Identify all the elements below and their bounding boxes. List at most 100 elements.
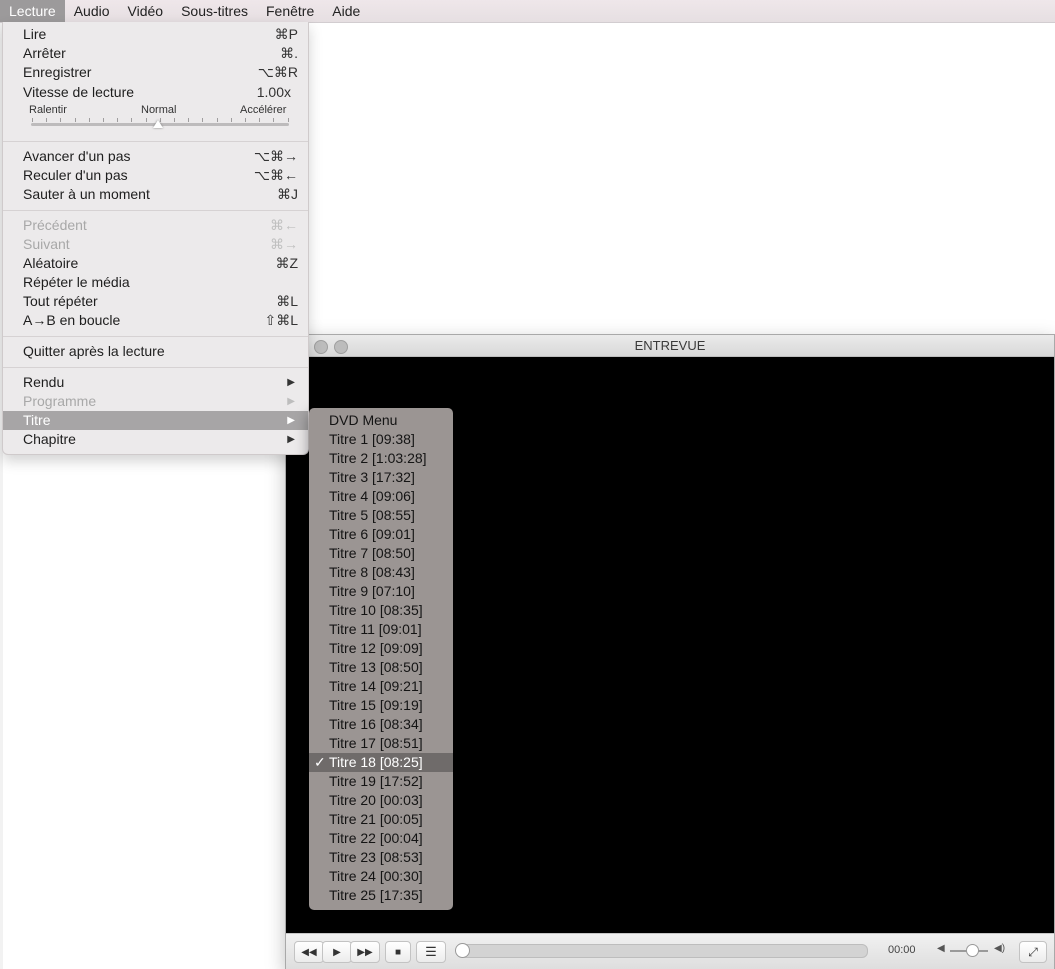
menu-item-lire[interactable]: Lire ⌘P xyxy=(3,25,308,44)
slider-tick xyxy=(60,118,62,122)
stop-icon: ■ xyxy=(394,946,402,958)
checkmark-icon: ✓ xyxy=(314,754,326,770)
submenu-item-titre[interactable]: Titre 14 [09:21] xyxy=(309,677,453,696)
volume-low-icon: ◀ xyxy=(937,943,945,954)
menu-item-precedent: Précédent ⌘← xyxy=(23,217,298,233)
volume-knob[interactable] xyxy=(966,944,979,957)
playlist-icon: ☰ xyxy=(425,944,437,959)
submenu-item-titre[interactable]: Titre 4 [09:06] xyxy=(309,487,453,506)
menu-item-enregistrer[interactable]: Enregistrer ⌥⌘R xyxy=(3,63,308,82)
submenu-arrow-icon: ▶ xyxy=(287,415,295,426)
submenu-item-titre[interactable]: Titre 17 [08:51] xyxy=(309,734,453,753)
submenu-item-titre[interactable]: Titre 16 [08:34] xyxy=(309,715,453,734)
submenu-item-titre[interactable]: Titre 19 [17:52] xyxy=(309,772,453,791)
submenu-item-dvd-menu[interactable]: DVD Menu xyxy=(309,411,453,430)
menu-lecture[interactable]: Lecture xyxy=(0,0,65,22)
titre-submenu: DVD Menu Titre 1 [09:38] Titre 2 [1:03:28]… xyxy=(309,408,453,910)
slider-tick xyxy=(46,118,48,122)
seek-knob[interactable] xyxy=(455,943,470,958)
slider-tick xyxy=(174,118,175,122)
slider-tick xyxy=(88,118,90,122)
slider-tick xyxy=(74,118,76,122)
menu-item-rendu[interactable]: Rendu ▶ xyxy=(3,373,308,392)
speed-slider-knob[interactable] xyxy=(153,120,163,128)
volume-high-icon: ◀) xyxy=(994,943,1006,954)
playlist-button[interactable]: ☰ xyxy=(416,941,446,963)
menu-item-reculer[interactable]: Reculer d'un pas ⌥⌘← xyxy=(3,166,308,185)
minimize-window-button[interactable] xyxy=(334,340,348,354)
menu-item-arreter[interactable]: Arrêter ⌘. xyxy=(3,44,308,63)
menu-item-tout-repeter[interactable]: Tout répéter ⌘L xyxy=(3,292,308,311)
speed-slow-label: Ralentir xyxy=(29,104,67,116)
submenu-item-titre[interactable]: Titre 7 [08:50] xyxy=(309,544,453,563)
speed-normal-label: Normal xyxy=(141,104,177,116)
submenu-item-titre[interactable]: Titre 3 [17:32] xyxy=(309,468,453,487)
menu-item-chapitre[interactable]: Chapitre ▶ xyxy=(3,430,308,449)
close-window-button[interactable] xyxy=(314,340,328,354)
submenu-item-titre[interactable]: Titre 23 [08:53] xyxy=(309,848,453,867)
submenu-item-titre[interactable]: Titre 9 [07:10] xyxy=(309,582,453,601)
submenu-item-titre[interactable]: Titre 5 [08:55] xyxy=(309,506,453,525)
fullscreen-button[interactable]: ⤢ xyxy=(1019,941,1047,963)
menu-aide[interactable]: Aide xyxy=(323,0,369,22)
forward-button[interactable]: ▶▶ xyxy=(350,941,380,963)
submenu-item-titre[interactable]: Titre 2 [1:03:28] xyxy=(309,449,453,468)
slider-tick xyxy=(287,118,289,122)
slider-tick xyxy=(245,118,246,122)
submenu-item-titre[interactable]: Titre 11 [09:01] xyxy=(309,620,453,639)
menu-item-repeter-media[interactable]: Répéter le média xyxy=(3,273,308,292)
menu-video[interactable]: Vidéo xyxy=(119,0,173,22)
menu-item-ab-boucle[interactable]: A→B en boucle ⇧⌘L xyxy=(3,311,308,330)
submenu-item-titre[interactable]: Titre 1 [09:38] xyxy=(309,430,453,449)
menu-item-vitesse: Vitesse de lecture 1.00x xyxy=(23,84,291,100)
window-title: ENTREVUE xyxy=(634,338,706,353)
submenu-item-titre[interactable]: Titre 6 [09:01] xyxy=(309,525,453,544)
rewind-button[interactable]: ◀◀ xyxy=(294,941,324,963)
submenu-item-titre[interactable]: Titre 8 [08:43] xyxy=(309,563,453,582)
submenu-item-titre[interactable]: Titre 10 [08:35] xyxy=(309,601,453,620)
submenu-item-titre[interactable]: Titre 20 [00:03] xyxy=(309,791,453,810)
submenu-item-titre[interactable]: ✓ Titre 18 [08:25] xyxy=(309,753,453,772)
menu-separator xyxy=(3,336,308,337)
fullscreen-icon: ⤢ xyxy=(1028,944,1038,959)
lecture-menu: Lire ⌘P Arrêter ⌘. Enregistrer ⌥⌘R Vitesse … xyxy=(2,22,309,455)
slider-tick xyxy=(216,118,218,122)
menu-item-avancer[interactable]: Avancer d'un pas ⌥⌘→ xyxy=(3,147,308,166)
slider-tick xyxy=(202,118,204,122)
menu-sous-titres[interactable]: Sous-titres xyxy=(172,0,257,22)
submenu-item-titre[interactable]: Titre 13 [08:50] xyxy=(309,658,453,677)
submenu-arrow-icon: ▶ xyxy=(287,396,295,407)
slider-tick xyxy=(273,118,275,122)
submenu-arrow-icon: ▶ xyxy=(287,434,295,445)
menu-item-programme: Programme ▶ xyxy=(23,393,295,409)
menu-separator xyxy=(3,367,308,368)
submenu-item-titre[interactable]: Titre 15 [09:19] xyxy=(309,696,453,715)
stop-button[interactable]: ■ xyxy=(385,941,411,963)
menu-bar: Lecture Audio Vidéo Sous-titres Fenêtre … xyxy=(0,0,1055,23)
menu-audio[interactable]: Audio xyxy=(65,0,119,22)
menu-separator xyxy=(3,141,308,142)
submenu-item-titre[interactable]: Titre 12 [09:09] xyxy=(309,639,453,658)
playback-controls: ◀◀ ▶ ▶▶ ■ ☰ 00:00 ◀ ◀) ⤢ xyxy=(286,933,1054,969)
forward-icon: ▶▶ xyxy=(357,946,373,958)
menu-item-sauter[interactable]: Sauter à un moment ⌘J xyxy=(3,185,308,204)
play-button[interactable]: ▶ xyxy=(322,941,352,963)
menu-separator xyxy=(3,210,308,211)
seek-bar[interactable] xyxy=(455,943,868,958)
submenu-arrow-icon: ▶ xyxy=(287,377,295,388)
play-icon: ▶ xyxy=(333,946,341,958)
submenu-item-titre[interactable]: Titre 24 [00:30] xyxy=(309,867,453,886)
slider-tick xyxy=(117,118,119,122)
submenu-item-titre[interactable]: Titre 21 [00:05] xyxy=(309,810,453,829)
submenu-item-titre[interactable]: Titre 25 [17:35] xyxy=(309,886,453,905)
slider-tick xyxy=(259,118,261,122)
menu-item-aleatoire[interactable]: Aléatoire ⌘Z xyxy=(3,254,308,273)
menu-item-titre[interactable]: Titre ▶ xyxy=(3,411,308,430)
menu-item-quitter-apres[interactable]: Quitter après la lecture xyxy=(3,342,308,361)
speed-fast-label: Accélérer xyxy=(240,104,287,116)
submenu-item-titre[interactable]: Titre 22 [00:04] xyxy=(309,829,453,848)
menu-fenetre[interactable]: Fenêtre xyxy=(257,0,323,22)
menu-item-suivant: Suivant ⌘→ xyxy=(23,236,298,252)
slider-tick xyxy=(32,118,33,122)
slider-tick xyxy=(103,118,104,122)
